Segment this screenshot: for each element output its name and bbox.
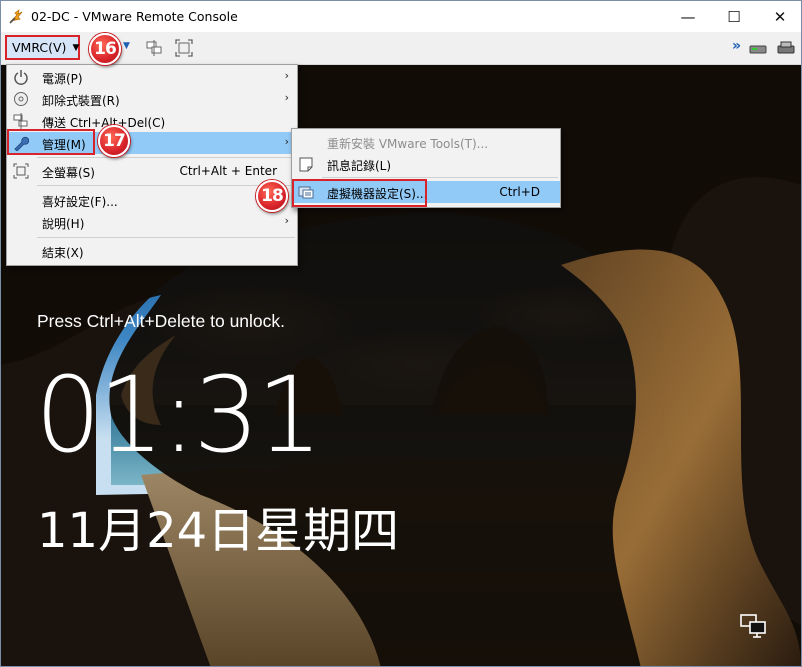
- menu-item-reinstall-vmware-tools[interactable]: 重新安裝 VMware Tools(T)...: [292, 131, 560, 153]
- disc-icon: [14, 92, 28, 106]
- menu-item-label: 電源(P): [42, 72, 83, 86]
- lock-screen-date: 11月24日星期四: [37, 503, 400, 559]
- annotation-highlight-manage: [7, 129, 95, 155]
- menu-item-label: 結束(X): [42, 246, 84, 260]
- menu-item-full-screen[interactable]: 全螢幕(S) Ctrl+Alt + Enter: [7, 160, 297, 182]
- menu-item-power[interactable]: 電源(P) ›: [7, 66, 297, 88]
- step-badge-16: 16: [89, 33, 121, 65]
- maximize-button[interactable]: ☐: [711, 1, 757, 32]
- menu-item-removable-devices[interactable]: 卸除式裝置(R) ›: [7, 88, 297, 110]
- lock-screen-time: 01:31: [35, 354, 323, 476]
- menu-item-label: 卸除式裝置(R): [42, 94, 120, 108]
- full-screen-icon: [13, 163, 29, 179]
- vmrc-window: 02-DC - VMware Remote Console — ☐ ✕ VMRC…: [0, 0, 802, 667]
- removable-drive-icon[interactable]: [749, 39, 767, 57]
- annotation-highlight-vm-settings: [292, 179, 427, 207]
- power-icon: [14, 70, 28, 85]
- chevron-right-icon: ›: [284, 91, 289, 104]
- menu-item-label: 全螢幕(S): [42, 166, 95, 180]
- chevron-down-icon[interactable]: ▼: [123, 41, 130, 51]
- step-badge-18: 18: [256, 180, 288, 212]
- menu-separator: [37, 237, 295, 238]
- vmrc-dropdown-menu: 電源(P) › 卸除式裝置(R) › 傳送 Ctrl+Alt+Del(C) 管理…: [6, 64, 298, 266]
- chevron-right-icon: ›: [284, 214, 289, 227]
- maximize-icon: ☐: [727, 7, 741, 26]
- network-status-icon[interactable]: [739, 613, 767, 639]
- vmrc-menu-label: VMRC(V): [12, 40, 67, 55]
- full-screen-icon[interactable]: [175, 39, 193, 57]
- send-keys-icon: [13, 113, 28, 129]
- message-log-icon: [299, 157, 313, 172]
- menu-item-label: 重新安裝 VMware Tools(T)...: [327, 137, 489, 151]
- vmware-app-icon: [9, 9, 23, 24]
- menu-item-preferences[interactable]: 喜好設定(F)...: [7, 189, 297, 211]
- more-icon[interactable]: »: [732, 38, 741, 54]
- menu-separator: [322, 177, 558, 178]
- minimize-button[interactable]: —: [665, 1, 711, 32]
- minimize-icon: —: [680, 7, 696, 26]
- close-icon: ✕: [773, 7, 787, 26]
- menu-separator: [37, 185, 295, 186]
- toolbar: VMRC(V) ▼: [1, 32, 801, 65]
- title-bar: 02-DC - VMware Remote Console — ☐ ✕: [1, 1, 801, 32]
- chevron-right-icon: ›: [284, 135, 289, 148]
- menu-item-label: 喜好設定(F)...: [42, 195, 118, 209]
- chevron-down-icon: ▼: [72, 42, 80, 53]
- chevron-right-icon: ›: [284, 69, 289, 82]
- menu-item-label: 說明(H): [42, 217, 85, 231]
- network-adapter-icon[interactable]: [777, 39, 795, 57]
- menu-item-shortcut: Ctrl+Alt + Enter: [179, 164, 277, 178]
- menu-item-label: 訊息記錄(L): [327, 159, 392, 173]
- send-ctrl-alt-del-icon[interactable]: [145, 39, 163, 57]
- menu-item-shortcut: Ctrl+D: [499, 185, 540, 199]
- menu-separator: [37, 157, 295, 158]
- unlock-instruction: Press Ctrl+Alt+Delete to unlock.: [37, 311, 286, 331]
- menu-item-exit[interactable]: 結束(X): [7, 240, 297, 262]
- menu-item-message-log[interactable]: 訊息記錄(L): [292, 153, 560, 175]
- window-title: 02-DC - VMware Remote Console: [31, 9, 238, 24]
- vmrc-menu-button[interactable]: VMRC(V) ▼: [5, 35, 80, 60]
- close-button[interactable]: ✕: [757, 1, 801, 32]
- step-badge-17: 17: [98, 125, 130, 157]
- menu-item-help[interactable]: 說明(H) ›: [7, 211, 297, 233]
